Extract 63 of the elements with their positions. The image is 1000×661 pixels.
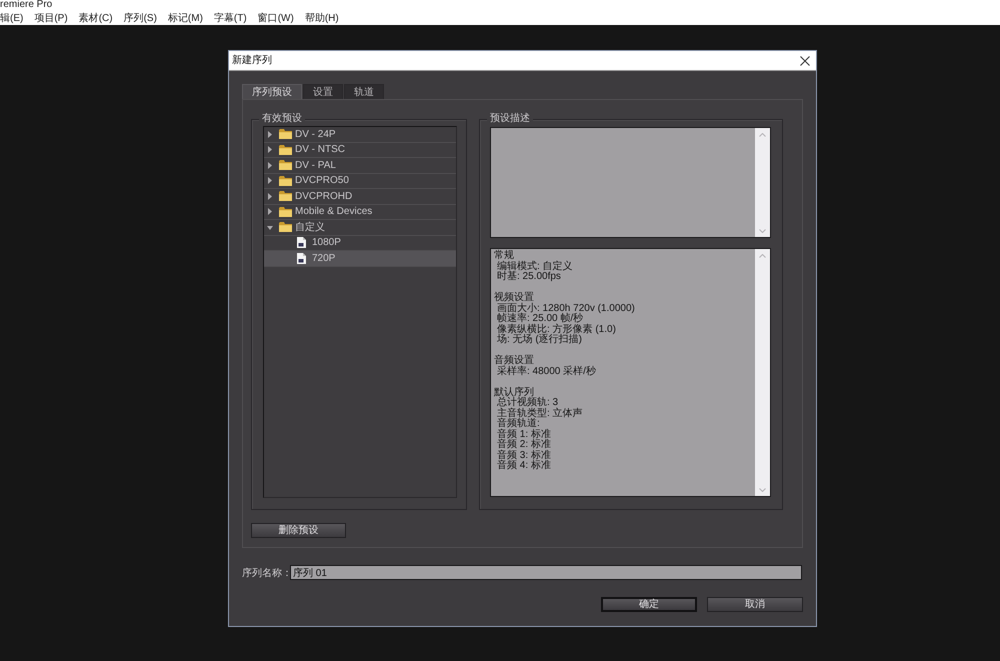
- menu-item[interactable]: 窗口(W): [258, 11, 294, 26]
- detail-text: 音频 4: 标准: [496, 461, 551, 472]
- menu-item[interactable]: 项目(P): [34, 11, 68, 26]
- detail-text: 音频 3: 标准: [496, 450, 551, 460]
- tree-item[interactable]: 自定义: [264, 220, 456, 236]
- triangle-down-icon[interactable]: [267, 224, 273, 231]
- detail-heading: 视频设置: [494, 293, 534, 303]
- tab[interactable]: 序列预设: [242, 84, 302, 99]
- folder-icon: [279, 176, 292, 186]
- tab[interactable]: 轨道: [344, 84, 384, 99]
- triangle-right-icon[interactable]: [267, 146, 273, 154]
- detail-heading: 默认序列: [494, 388, 534, 398]
- dialog-title: 新建序列: [232, 54, 272, 66]
- detail-text: 采样率: 48000 采样/秒: [496, 366, 596, 377]
- detail-text: 音频 1: 标准: [496, 430, 551, 440]
- tree-item[interactable]: DV - 24P: [264, 127, 456, 142]
- dialog-button[interactable]: 取消: [707, 597, 803, 612]
- folder-icon: [279, 191, 292, 202]
- tree-item[interactable]: Mobile & Devices: [264, 204, 456, 220]
- detail-text: 编辑模式: 自定义: [496, 262, 573, 272]
- menu-item[interactable]: 标记(M): [168, 11, 203, 26]
- close-icon[interactable]: [800, 56, 810, 66]
- document-icon: [297, 237, 306, 248]
- tree-item[interactable]: DV - PAL: [264, 158, 456, 174]
- tree-item[interactable]: DVCPRO50: [264, 174, 456, 189]
- tab[interactable]: 设置: [303, 84, 343, 99]
- detail-text: 场: 无场 (逐行扫描): [496, 335, 582, 346]
- folder-icon: [279, 144, 292, 155]
- detail-text: 帧速率: 25.00 帧/秒: [496, 314, 584, 324]
- tree-item[interactable]: DV - NTSC: [264, 142, 456, 158]
- detail-text: 画面大小: 1280h 720v (1.0000): [496, 304, 635, 314]
- detail-text: 像素纵横比: 方形像素 (1.0): [496, 324, 616, 334]
- dialog-button[interactable]: 确定: [601, 597, 697, 612]
- folder-icon: [279, 160, 292, 170]
- menu-item[interactable]: 字幕(T): [214, 11, 247, 26]
- sequence-name-field[interactable]: 序列 01: [290, 565, 802, 580]
- field-label: 序列名称：: [242, 566, 290, 580]
- app-title: remiere Pro: [0, 0, 52, 10]
- triangle-right-icon[interactable]: [267, 162, 273, 169]
- triangle-right-icon[interactable]: [267, 177, 273, 184]
- menu-item[interactable]: 素材(C): [78, 11, 113, 26]
- folder-icon: [279, 206, 292, 217]
- detail-text: 主音轨类型: 立体声: [496, 408, 583, 418]
- triangle-right-icon[interactable]: [267, 208, 273, 216]
- triangle-right-icon[interactable]: [267, 192, 273, 200]
- detail-text: 音频 2: 标准: [496, 440, 551, 450]
- menu-item[interactable]: 辑(E): [0, 11, 24, 26]
- detail-text: 总计视频轨: 3: [496, 398, 558, 408]
- triangle-right-icon[interactable]: [267, 130, 273, 138]
- tree-item[interactable]: 720P: [264, 251, 456, 266]
- document-icon: [297, 252, 306, 264]
- detail-heading: 常规: [494, 251, 514, 261]
- detail-text: 音频轨道:: [496, 419, 540, 429]
- group-label: 预设描述: [487, 114, 533, 124]
- detail-heading: 音频设置: [494, 356, 534, 366]
- menu-item[interactable]: 帮助(H): [304, 11, 339, 26]
- menu-item[interactable]: 序列(S): [124, 11, 157, 26]
- folder-icon: [279, 222, 292, 232]
- folder-icon: [279, 129, 292, 140]
- delete-preset-button[interactable]: 删除预设: [251, 523, 346, 538]
- detail-text: 时基: 25.00fps: [496, 272, 561, 282]
- tree-item[interactable]: DVCPROHD: [264, 189, 456, 204]
- group-label: 有效预设: [259, 114, 305, 124]
